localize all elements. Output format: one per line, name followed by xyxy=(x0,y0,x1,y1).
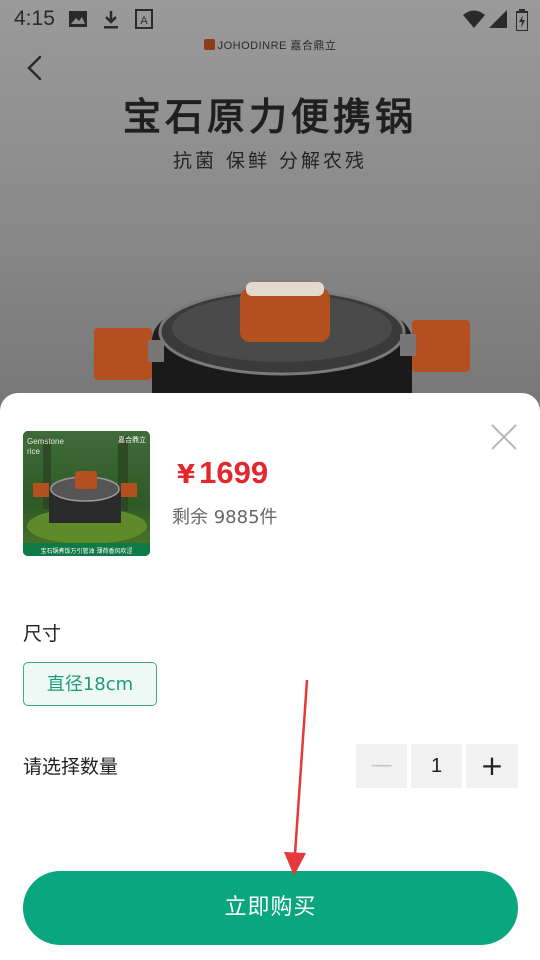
thumbnail-caption: Gemstone rice xyxy=(27,437,64,456)
back-arrow-icon[interactable] xyxy=(20,52,52,84)
size-section-label: 尺寸 xyxy=(23,623,62,645)
svg-text:A: A xyxy=(140,15,148,27)
price: ¥1699 xyxy=(177,455,268,491)
quantity-value[interactable]: 1 xyxy=(411,744,462,788)
signal-icon xyxy=(489,10,507,28)
banner-title: 宝石原力便携锅 xyxy=(122,94,417,139)
annotation-arrow-icon xyxy=(284,679,309,876)
stock-remaining: 剩余 9885件 xyxy=(172,507,278,528)
thumbnail-brand: 嘉合鼎立 xyxy=(118,436,146,444)
status-time: 4:15 xyxy=(14,7,55,30)
quantity-label: 请选择数量 xyxy=(23,756,119,778)
download-icon xyxy=(104,11,118,29)
image-icon xyxy=(69,11,87,27)
size-option-18cm[interactable]: 直径18cm xyxy=(23,662,157,706)
brand-text: JOHODINRE 嘉合鼎立 xyxy=(217,40,337,52)
quantity-decrease-button[interactable]: — xyxy=(356,744,407,788)
battery-icon xyxy=(516,9,528,31)
quantity-increase-button[interactable]: + xyxy=(466,744,518,788)
price-value: 1699 xyxy=(199,455,269,490)
brand-logo: JOHODINRE 嘉合鼎立 xyxy=(0,37,540,53)
close-icon[interactable] xyxy=(488,421,520,453)
currency-symbol: ¥ xyxy=(177,460,196,490)
brand-mark-icon xyxy=(203,39,215,50)
product-banner: 4:15 A JOHODINRE 嘉合鼎立 宝石原力便携锅 抗菌 保鲜 分解农残 xyxy=(0,0,540,420)
banner-subtitle: 抗菌 保鲜 分解农残 xyxy=(172,150,368,172)
thumbnail-footer: 宝石锅煮饭万引管油 薄荷香风吹涩 xyxy=(40,548,133,555)
text-icon: A xyxy=(135,9,153,29)
wifi-icon xyxy=(463,10,485,28)
product-thumbnail: Gemstone rice 嘉合鼎立 宝石锅煮饭万引管油 薄荷香风吹涩 xyxy=(23,431,150,556)
status-bar: 4:15 A xyxy=(0,0,540,38)
